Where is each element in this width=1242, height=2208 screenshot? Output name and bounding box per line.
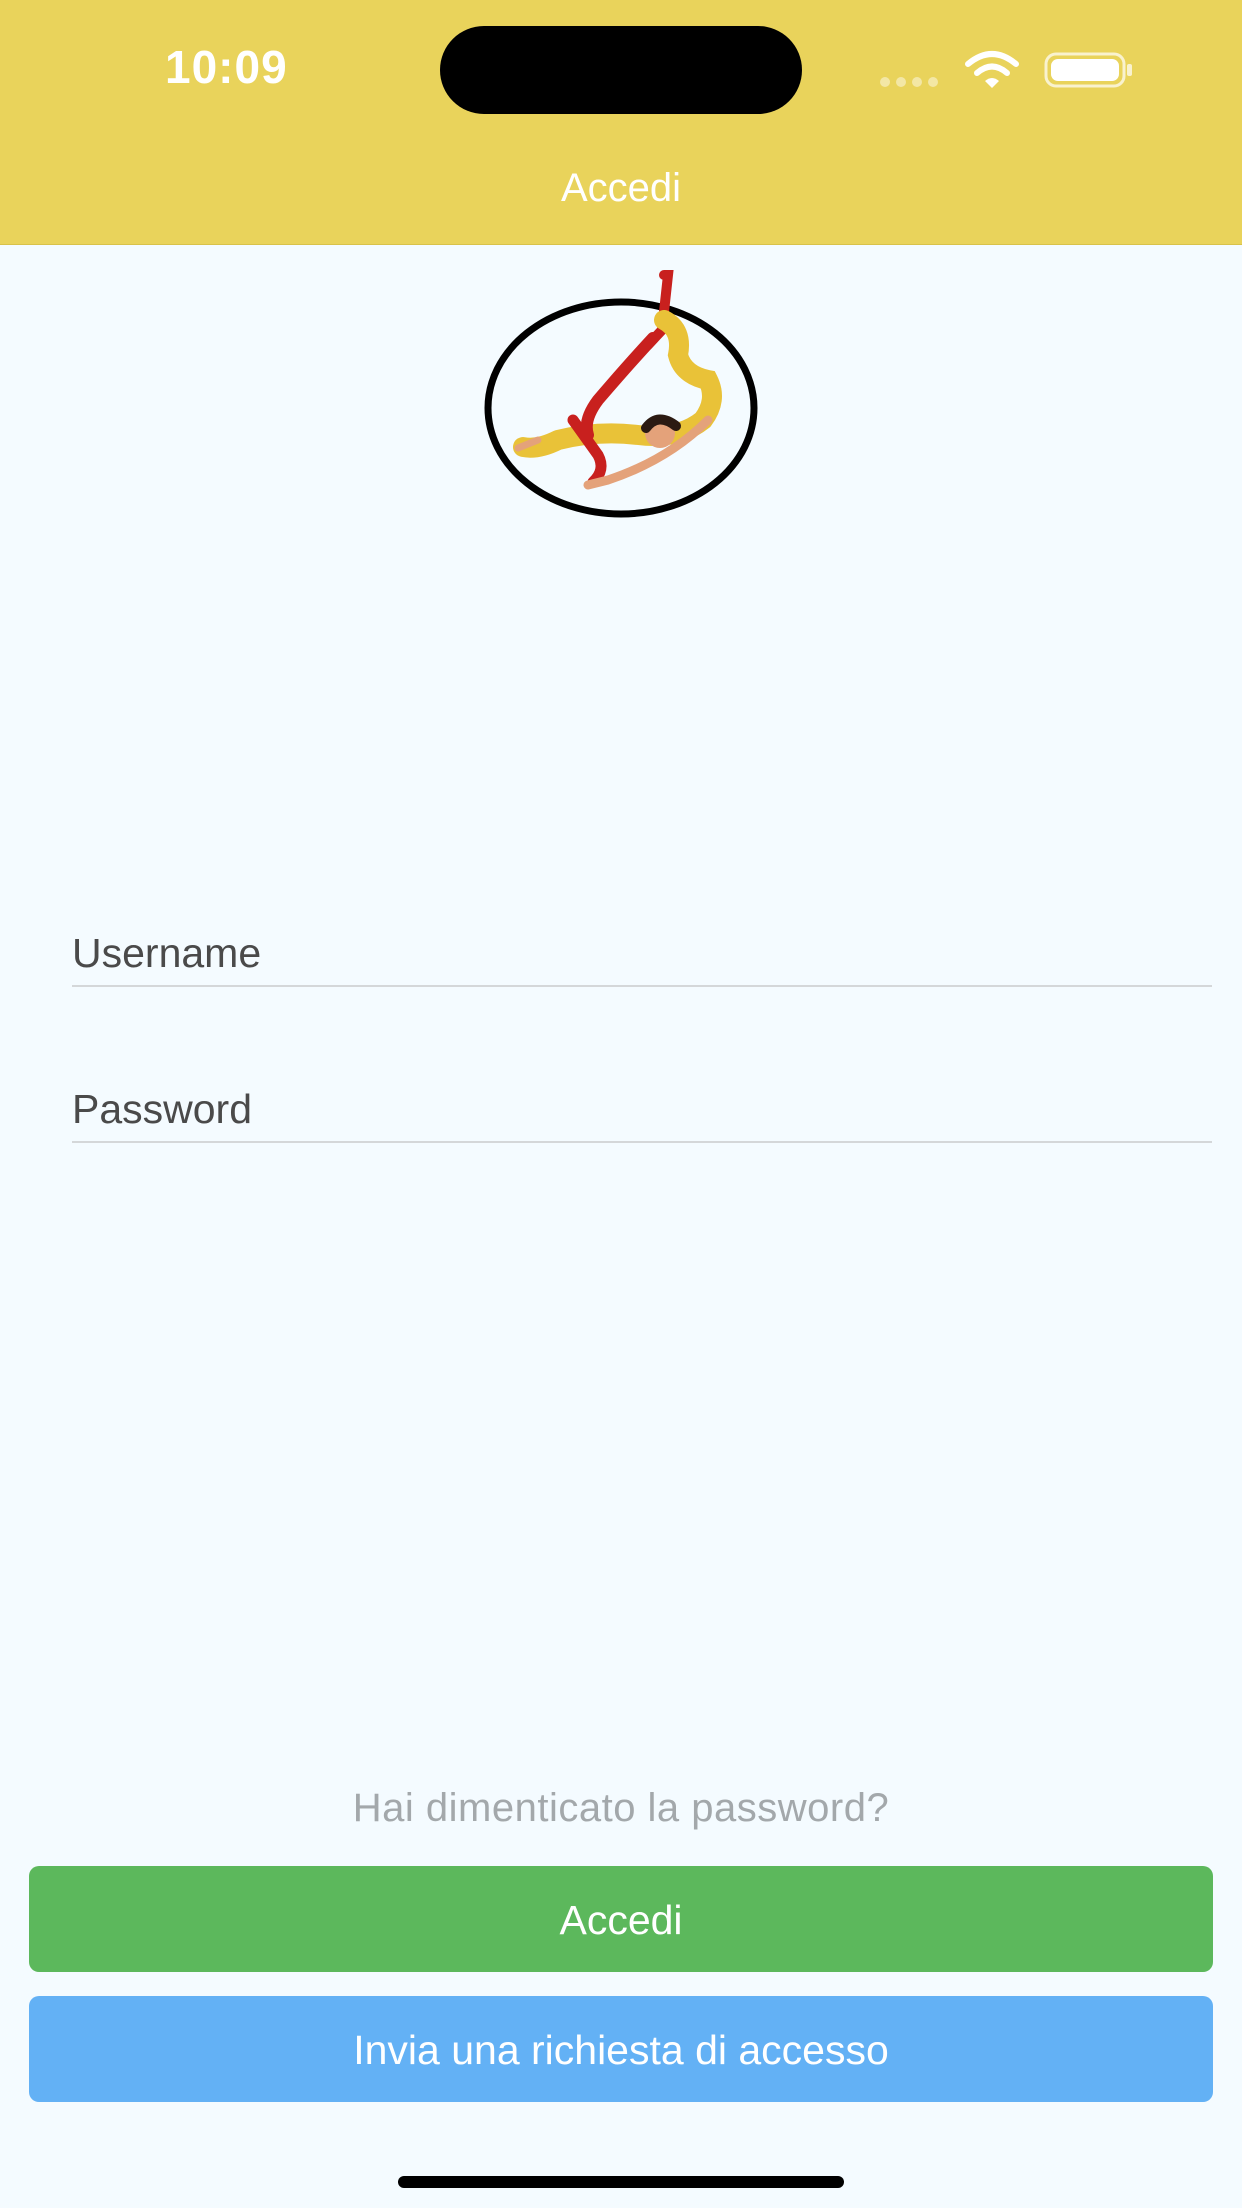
- aerial-silks-logo: [484, 270, 758, 518]
- wifi-icon: [965, 51, 1019, 88]
- username-field[interactable]: [72, 930, 1212, 987]
- username-input[interactable]: [72, 930, 1212, 985]
- password-field[interactable]: [72, 1086, 1212, 1143]
- status-time: 10:09: [165, 41, 288, 93]
- forgot-password-link[interactable]: Hai dimenticato la password?: [0, 1786, 1242, 1831]
- page-title: Accedi: [560, 166, 682, 210]
- battery-icon: [1044, 52, 1132, 88]
- nav-header: 10:09 Accedi: [0, 0, 1242, 245]
- password-input[interactable]: [72, 1086, 1212, 1141]
- dynamic-island: [440, 26, 802, 114]
- home-indicator: [398, 2176, 844, 2188]
- request-access-button[interactable]: Invia una richiesta di accesso: [29, 1996, 1213, 2102]
- cellular-signal-icon: [880, 74, 944, 92]
- login-button[interactable]: Accedi: [29, 1866, 1213, 1972]
